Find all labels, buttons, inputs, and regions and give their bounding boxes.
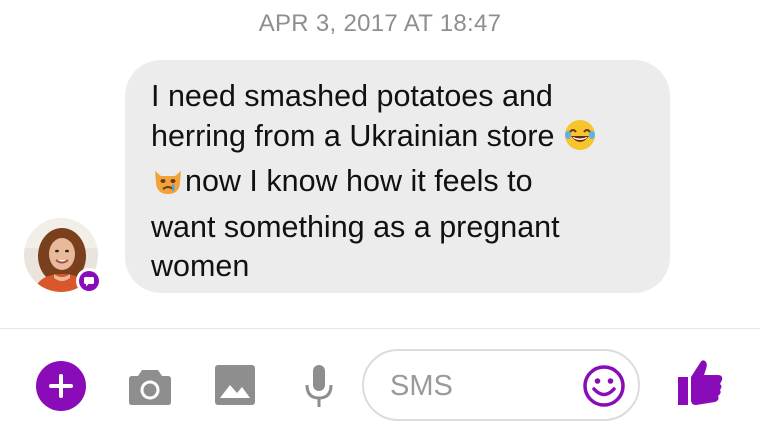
image-icon	[215, 365, 255, 405]
conversation-screen: APR 3, 2017 AT 18:47 I need smashed pota…	[0, 0, 760, 440]
camera-button[interactable]	[128, 365, 172, 407]
message-line: I need smashed potatoes and	[151, 79, 553, 113]
message-input-container[interactable]	[362, 349, 640, 421]
message-composer	[0, 329, 760, 440]
emoji-icon	[583, 365, 625, 407]
like-button[interactable]	[676, 357, 724, 407]
message-line: herring from a Ukrainian store	[151, 117, 650, 163]
laughing-emoji	[563, 118, 597, 163]
voice-button[interactable]	[304, 363, 334, 409]
message-line: want something as a pregnant	[151, 209, 560, 244]
messenger-badge-icon	[76, 268, 102, 294]
message-line: women	[151, 249, 250, 283]
crying-cat-emoji	[151, 163, 185, 208]
thumbs-up-icon	[678, 360, 723, 405]
emoji-button[interactable]	[582, 364, 626, 408]
gallery-button[interactable]	[215, 365, 255, 405]
add-button[interactable]	[36, 361, 86, 411]
message-line-text: now I know how it feels to	[185, 164, 533, 198]
message-line-text: herring from a Ukrainian store	[151, 118, 555, 153]
message-timestamp: APR 3, 2017 AT 18:47	[258, 10, 502, 37]
sender-avatar[interactable]	[24, 218, 102, 294]
sms-input[interactable]	[388, 365, 572, 407]
message-line: now I know how it feels to	[151, 162, 650, 208]
camera-icon	[129, 370, 171, 405]
microphone-icon	[305, 365, 333, 407]
plus-icon	[36, 361, 86, 411]
incoming-message-bubble[interactable]: I need smashed potatoes and herring from…	[125, 60, 670, 293]
